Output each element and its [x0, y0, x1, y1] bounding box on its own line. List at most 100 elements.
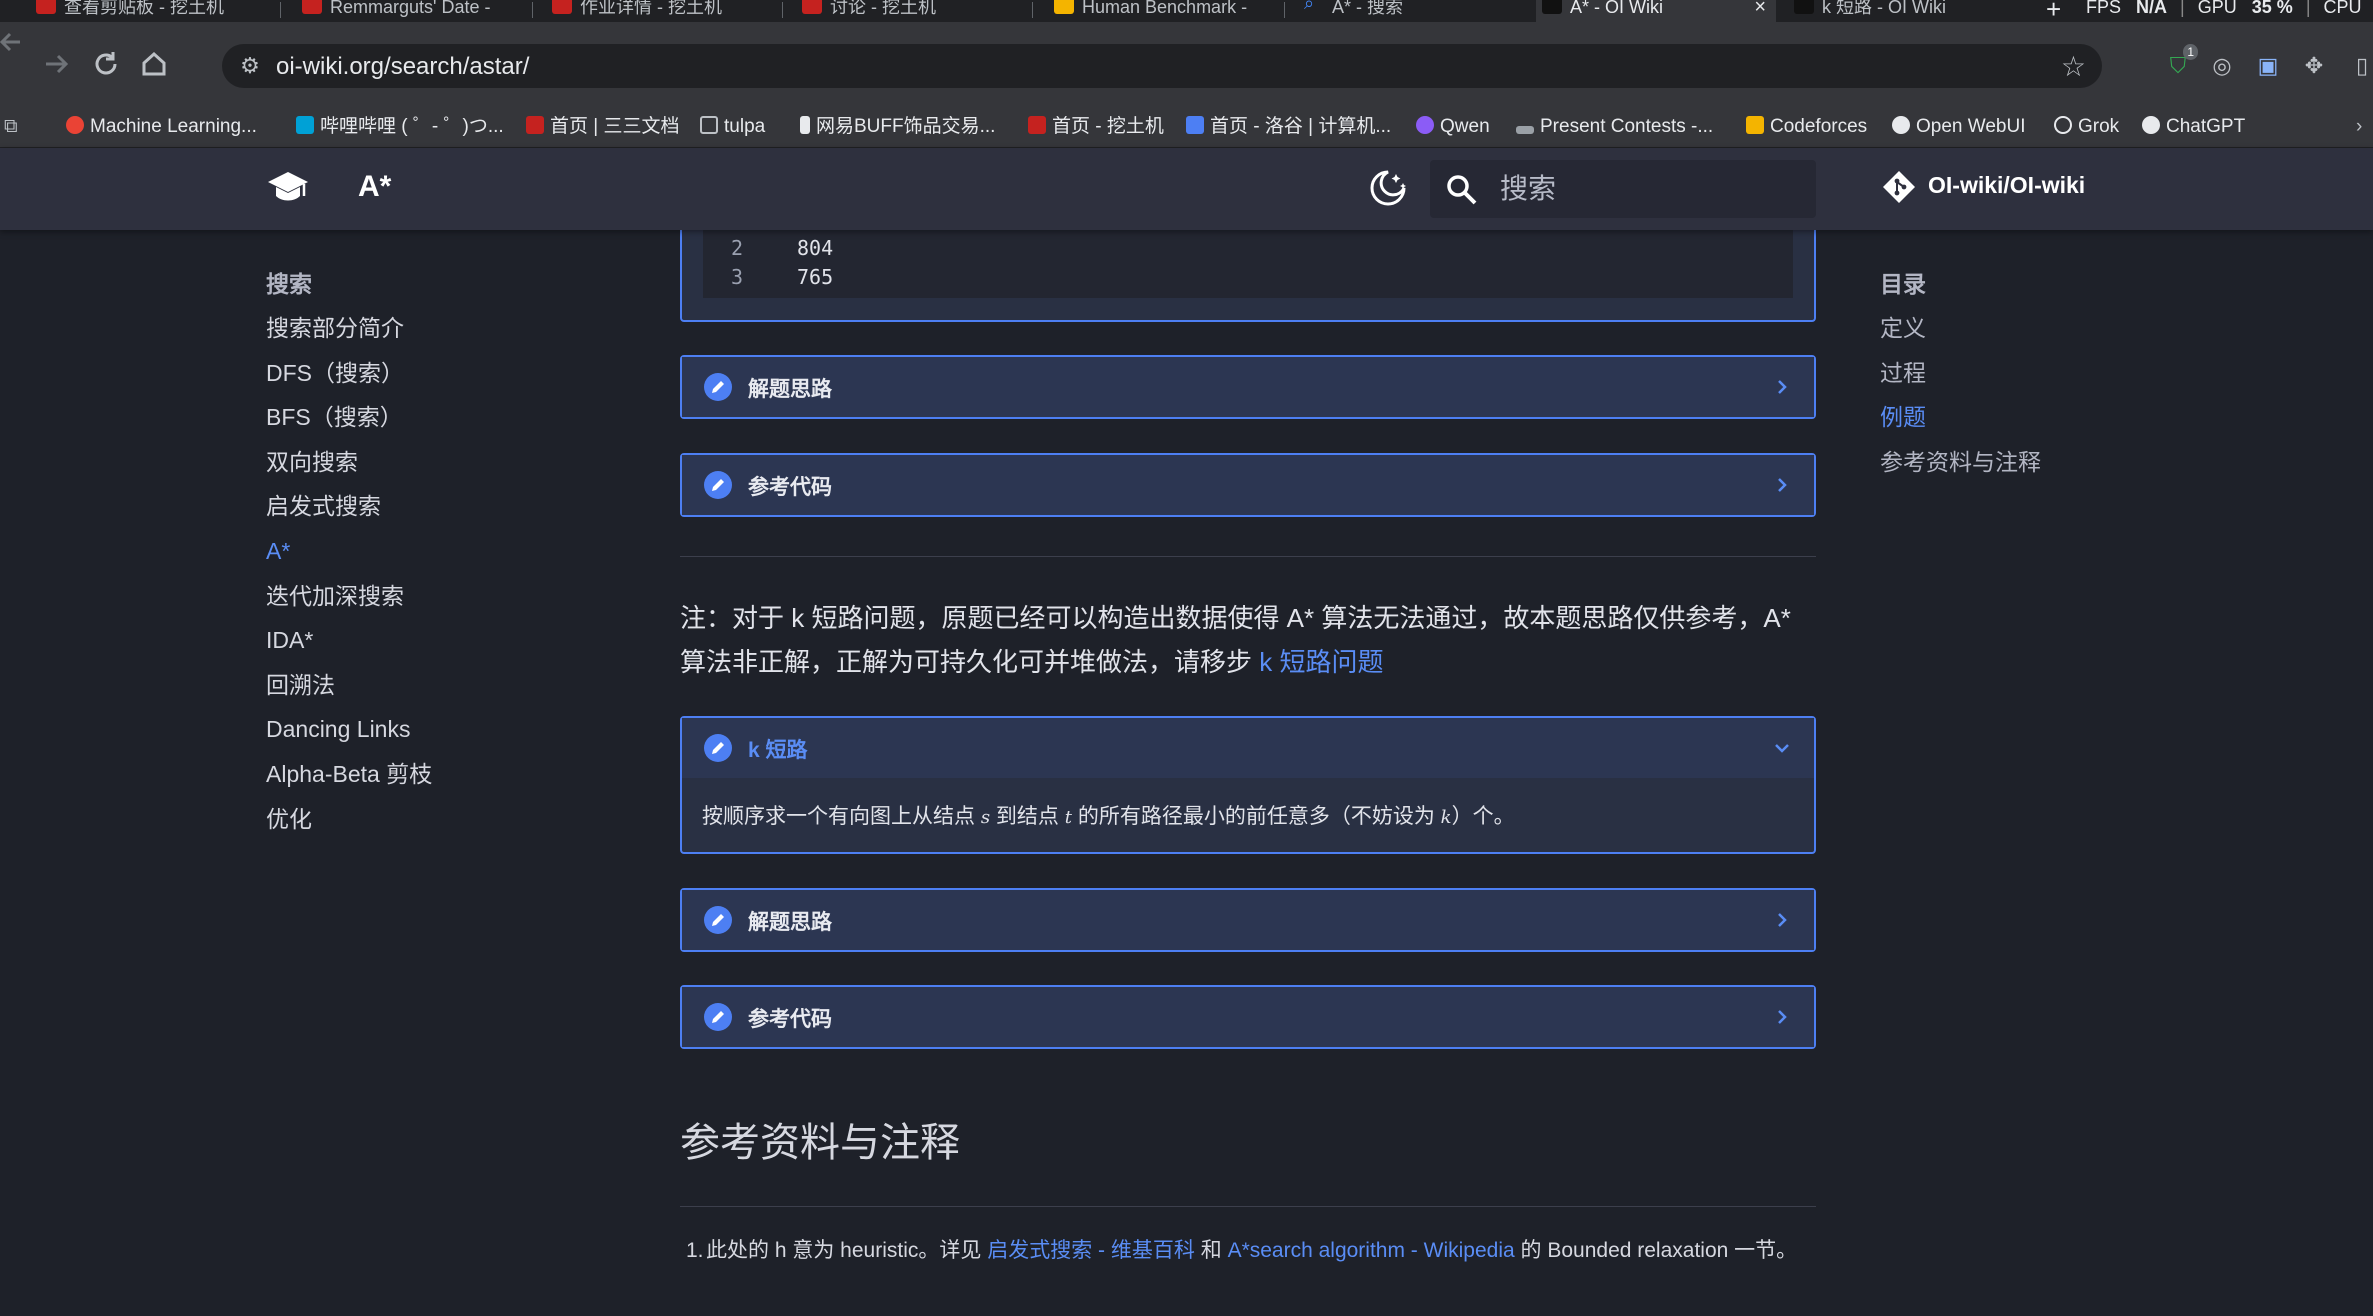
tab-favicon-icon	[302, 0, 322, 14]
sidebar-item-dfs[interactable]: DFS（搜索）	[266, 353, 586, 398]
site-header: A* OI-wiki/OI-wiki	[0, 148, 2373, 230]
details-title: 参考代码	[748, 476, 832, 499]
bookmark-item[interactable]: 首页 - 洛谷 | 计算机...	[1186, 114, 1391, 140]
k-shortest-path-link[interactable]: k 短路问题	[1259, 647, 1383, 677]
details-summary[interactable]: 参考代码	[682, 987, 1814, 1047]
browser-tab[interactable]: Human Benchmark -	[1048, 0, 1278, 22]
bookmark-item[interactable]: Machine Learning...	[66, 114, 257, 140]
search-input[interactable]	[1500, 170, 1800, 208]
bookmark-label: 首页 | 三三文档	[550, 116, 680, 137]
sidebar-item-dancing-links[interactable]: Dancing Links	[266, 709, 586, 754]
sidebar-item-astar[interactable]: A*	[266, 531, 586, 576]
body-text: ）个。	[1451, 805, 1515, 828]
browser-tab[interactable]: 查看剪贴板 - 挖土机	[30, 0, 260, 22]
new-tab-button[interactable]: +	[2046, 0, 2061, 22]
details-title: k 短路	[748, 739, 808, 762]
pencil-icon	[704, 734, 732, 762]
sidebar-item-optimization[interactable]: 优化	[266, 799, 586, 844]
sidebar-item-backtracking[interactable]: 回溯法	[266, 665, 586, 710]
browser-tab[interactable]: k 短路 - OI Wiki	[1788, 0, 2028, 22]
k-shortest-path-details[interactable]: k 短路 按顺序求一个有向图上从结点 s 到结点 t 的所有路径最小的前任意多（…	[680, 716, 1816, 854]
browser-tab[interactable]: 作业详情 - 挖土机	[546, 0, 776, 22]
address-bar[interactable]: ⚙ oi-wiki.org/search/astar/ ☆	[222, 44, 2102, 88]
url-text[interactable]: oi-wiki.org/search/astar/	[276, 53, 529, 81]
bookmark-item[interactable]: tulpa	[700, 114, 765, 140]
solution-idea-details[interactable]: 解题思路	[680, 355, 1816, 419]
extensions-puzzle-icon[interactable]: ✥	[2300, 52, 2328, 80]
home-button[interactable]	[134, 44, 174, 84]
chevron-right-icon	[1778, 380, 1787, 394]
reference-code-details[interactable]: 参考代码	[680, 453, 1816, 517]
body-text: 的所有路径最小的前任意多（不妨设为	[1072, 805, 1441, 828]
footnote-number: 1.	[686, 1239, 704, 1262]
table-of-contents: 目录 定义 过程 例题 参考资料与注释	[1880, 264, 2120, 486]
bookmark-item[interactable]: Grok	[2054, 114, 2119, 140]
back-arrow-icon	[0, 32, 20, 52]
reload-button[interactable]	[86, 44, 126, 84]
toc-item-definition[interactable]: 定义	[1880, 308, 2120, 353]
pencil-icon	[704, 471, 732, 499]
details-summary[interactable]: k 短路	[682, 718, 1814, 778]
bookmark-item[interactable]: Codeforces	[1746, 114, 1867, 140]
bookmark-item[interactable]: 首页 | 三三文档	[526, 114, 680, 140]
tab-title: 讨论 - 挖土机	[830, 0, 936, 17]
browser-tab[interactable]: 讨论 - 挖土机	[796, 0, 1026, 22]
more-bookmarks-icon[interactable]: ›	[2356, 114, 2362, 140]
sidebar-item-bidirectional[interactable]: 双向搜索	[266, 442, 586, 487]
sidebar-item-iddfs[interactable]: 迭代加深搜索	[266, 576, 586, 621]
bookmarks-tabs-icon[interactable]: ⧉	[4, 114, 18, 140]
browser-tab[interactable]: Remmarguts' Date -	[296, 0, 526, 22]
browser-tab[interactable]: ⌕ A* - 搜索	[1298, 0, 1528, 22]
sidebar-item-heuristic[interactable]: 启发式搜索	[266, 486, 586, 531]
forward-button[interactable]	[36, 44, 76, 84]
astar-wikipedia-link[interactable]: A*search algorithm - Wikipedia	[1228, 1239, 1515, 1262]
sidebar-item-search-intro[interactable]: 搜索部分简介	[266, 308, 586, 353]
bookmark-item[interactable]: Present Contests -...	[1516, 114, 1713, 140]
browser-tab-active[interactable]: A* - OI Wiki ×	[1536, 0, 1776, 22]
details-summary[interactable]: 参考代码	[682, 455, 1814, 515]
theme-toggle-icon[interactable]	[1366, 166, 1410, 210]
forward-arrow-icon	[46, 54, 69, 74]
bookmark-item[interactable]: 网易BUFF饰品交易...	[800, 114, 995, 140]
graduation-cap-icon[interactable]	[266, 168, 310, 208]
browser-tab-bar: ☰ 查看剪贴板 - 挖土机 Remmarguts' Date - 作业详情 - …	[0, 0, 2373, 22]
sidebar-item-idastar[interactable]: IDA*	[266, 620, 586, 665]
site-info-icon[interactable]: ⚙	[236, 52, 264, 80]
details-summary[interactable]: 解题思路	[682, 890, 1814, 950]
solution-idea-details-2[interactable]: 解题思路	[680, 888, 1816, 952]
note-paragraph: 注：对于 k 短路问题，原题已经可以构造出数据使得 A* 算法无法通过，故本题思…	[680, 596, 1816, 684]
tab-close-icon[interactable]: ×	[1754, 0, 1766, 17]
heuristic-wikipedia-zh-link[interactable]: 启发式搜索 - 维基百科	[987, 1239, 1195, 1262]
reference-code-details-2[interactable]: 参考代码	[680, 985, 1816, 1049]
line-number: 3	[730, 265, 743, 289]
bookmark-label: 首页 - 挖土机	[1052, 116, 1164, 137]
github-repo-link[interactable]: OI-wiki/OI-wiki	[1882, 170, 2085, 204]
toc-item-examples[interactable]: 例题	[1880, 397, 2120, 442]
back-button[interactable]	[0, 22, 32, 62]
sidebar-item-bfs[interactable]: BFS（搜索）	[266, 397, 586, 442]
system-overlay: FPS N/A | GPU 35 % | CPU	[2086, 0, 2373, 22]
bookmark-item[interactable]: Qwen	[1416, 114, 1490, 140]
extension-badge: 1	[2183, 44, 2198, 60]
sidebar-item-alpha-beta[interactable]: Alpha-Beta 剪枝	[266, 754, 586, 799]
bookmark-star-icon[interactable]: ☆	[2061, 50, 2086, 83]
toc-item-references[interactable]: 参考资料与注释	[1880, 442, 2120, 487]
bookmark-item[interactable]: 首页 - 挖土机	[1028, 114, 1164, 140]
extension-shield-icon[interactable]: ⛉ 1	[2164, 44, 2198, 80]
tab-favicon-icon	[1794, 0, 1814, 14]
bookmark-label: 哔哩哔哩 ( ゜- ゜)つ...	[320, 116, 504, 137]
side-panel-icon[interactable]: ▯	[2348, 52, 2373, 80]
toc-item-process[interactable]: 过程	[1880, 353, 2120, 398]
bookmark-item[interactable]: ChatGPT	[2142, 114, 2245, 140]
math-var: s	[980, 807, 991, 828]
site-search[interactable]	[1430, 160, 1816, 218]
extension-glasses-icon[interactable]: ◎	[2208, 52, 2236, 80]
extension-translate-icon[interactable]: ▣	[2254, 52, 2282, 80]
body-text: 到结点	[990, 805, 1065, 828]
chevron-down-icon	[1775, 744, 1789, 753]
bookmark-item[interactable]: Open WebUI	[1892, 114, 2025, 140]
note-text: 注：对于 k 短路问题，原题已经可以构造出数据使得 A* 算法无法通过，故本题思…	[680, 603, 1791, 677]
tab-title: 查看剪贴板 - 挖土机	[64, 0, 224, 17]
bookmark-item[interactable]: 哔哩哔哩 ( ゜- ゜)つ...	[296, 114, 504, 140]
details-summary[interactable]: 解题思路	[682, 357, 1814, 417]
